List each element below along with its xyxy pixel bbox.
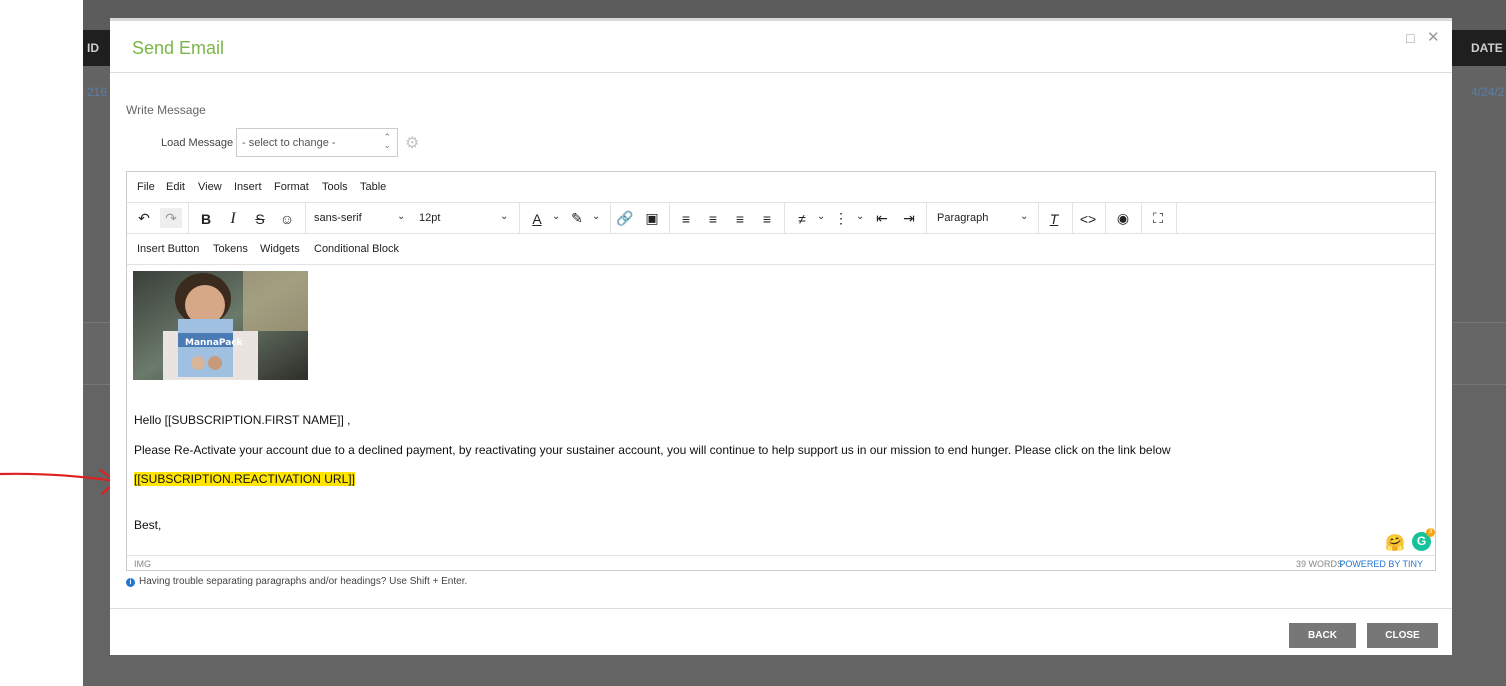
reactivation-url-paragraph: [[SUBSCRIPTION.REACTIVATION URL]] [134, 472, 355, 486]
image-icon[interactable]: ▣ [641, 203, 663, 234]
align-left-icon[interactable]: ≡ [675, 203, 697, 234]
write-message-label: Write Message [126, 103, 206, 117]
chevron-down-icon: ⌄ [592, 211, 601, 222]
greeting-paragraph: Hello [[SUBSCRIPTION.FIRST NAME]] , [134, 413, 351, 427]
tokens-menu[interactable]: Tokens [213, 243, 248, 255]
numbered-list-icon[interactable]: ≠ [791, 203, 813, 234]
emoji-helper-icon[interactable]: 🤗 [1385, 533, 1405, 553]
info-icon: i [126, 578, 135, 587]
outdent-icon[interactable]: ⇤ [871, 203, 893, 234]
emoji-icon[interactable]: ☺ [276, 203, 298, 234]
align-justify-icon[interactable]: ≡ [756, 203, 778, 234]
highlight-color-icon[interactable]: ✎ [567, 203, 587, 234]
maximize-icon[interactable]: □ [1406, 30, 1414, 46]
modal-header-divider [110, 72, 1452, 73]
menu-file[interactable]: File [137, 181, 155, 193]
paragraph-hint-text: Having trouble separating paragraphs and… [139, 576, 468, 587]
close-icon[interactable]: ✕ [1427, 28, 1440, 46]
child-with-mannapack-image[interactable]: MannaPack [133, 271, 308, 380]
modal-footer-divider [110, 608, 1452, 609]
load-message-select-value: - select to change - [242, 137, 336, 149]
editor-content[interactable]: MannaPack Hello [[SUBSCRIPTION.FIRST NAM… [127, 265, 1435, 555]
gears-icon[interactable]: ⚙ [405, 133, 419, 153]
block-format-select[interactable]: Paragraph [937, 212, 988, 224]
background-row-id: 216 [87, 85, 108, 99]
menu-edit[interactable]: Edit [166, 181, 185, 193]
background-row-date: 4/24/2 [1471, 85, 1505, 99]
reactivation-url-token: [[SUBSCRIPTION.REACTIVATION URL]] [134, 472, 355, 486]
background-header-id: ID [87, 41, 99, 55]
menu-insert[interactable]: Insert [234, 181, 262, 193]
chevron-down-icon: ⌄ [552, 211, 561, 222]
editor-extra-menubar: Insert Button Tokens Widgets Conditional… [127, 234, 1435, 265]
rich-text-editor: File Edit View Insert Format Tools Table… [126, 171, 1436, 571]
editor-menubar: File Edit View Insert Format Tools Table [127, 172, 1435, 203]
paragraph-hint: i Having trouble separating paragraphs an… [126, 576, 467, 587]
insert-button-menu[interactable]: Insert Button [137, 243, 199, 255]
element-path[interactable]: IMG [134, 559, 151, 569]
back-button[interactable]: BACK [1289, 623, 1356, 648]
text-color-icon[interactable]: A [527, 203, 547, 234]
close-button[interactable]: CLOSE [1367, 623, 1438, 648]
chevron-down-icon: ⌄ [397, 211, 406, 222]
menu-tools[interactable]: Tools [322, 181, 348, 193]
background-header-date: DATE [1471, 41, 1503, 55]
select-arrows-icon: ⌃ ⌄ [383, 132, 391, 150]
load-message-label: Load Message [161, 137, 234, 149]
italic-icon[interactable]: I [222, 203, 244, 234]
widgets-menu[interactable]: Widgets [260, 243, 300, 255]
align-right-icon[interactable]: ≡ [729, 203, 751, 234]
align-center-icon[interactable]: ≡ [702, 203, 724, 234]
editor-statusbar: IMG 39 WORDS POWERED BY TINY [127, 555, 1435, 571]
editor-toolbar: ↶ ↷ B I S ☺ sans-serif ⌄ 12pt ⌄ A ⌄ ✎ ⌄ … [127, 203, 1435, 234]
preview-icon[interactable]: ◉ [1112, 203, 1134, 234]
svg-text:MannaPack: MannaPack [185, 338, 244, 348]
powered-by-tiny-link[interactable]: POWERED BY TINY [1339, 559, 1423, 569]
undo-icon[interactable]: ↶ [133, 203, 155, 234]
menu-view[interactable]: View [198, 181, 222, 193]
annotation-arrow-icon [0, 468, 118, 496]
strikethrough-icon[interactable]: S [249, 203, 271, 234]
menu-table[interactable]: Table [360, 181, 386, 193]
modal-title: Send Email [132, 38, 225, 58]
chevron-down-icon: ⌄ [817, 211, 826, 222]
clear-formatting-icon[interactable]: T [1043, 203, 1065, 234]
grammarly-count-badge: 3 [1426, 528, 1435, 537]
load-message-select[interactable]: - select to change - ⌃ ⌄ [236, 128, 398, 157]
word-count[interactable]: 39 WORDS [1296, 559, 1343, 569]
bold-icon[interactable]: B [195, 203, 217, 234]
bullet-list-icon[interactable]: ⋮ [830, 203, 852, 234]
source-code-icon[interactable]: <> [1077, 203, 1099, 234]
menu-format[interactable]: Format [274, 181, 309, 193]
signoff-paragraph: Best, [134, 518, 162, 532]
font-size-select[interactable]: 12pt [419, 212, 440, 224]
chevron-down-icon: ⌄ [856, 211, 865, 222]
link-icon[interactable]: 🔗 [614, 203, 636, 234]
send-email-modal: Send Email □ ✕ Write Message Load Messag… [110, 18, 1452, 655]
fullscreen-icon[interactable]: ⛶ [1147, 203, 1169, 234]
chevron-down-icon: ⌄ [500, 211, 509, 222]
font-family-select[interactable]: sans-serif [314, 212, 362, 224]
indent-icon[interactable]: ⇥ [898, 203, 920, 234]
conditional-block-menu[interactable]: Conditional Block [314, 243, 399, 255]
body-paragraph: Please Re-Activate your account due to a… [134, 443, 1171, 457]
chevron-down-icon: ⌄ [1020, 211, 1029, 222]
redo-icon[interactable]: ↷ [160, 208, 182, 228]
